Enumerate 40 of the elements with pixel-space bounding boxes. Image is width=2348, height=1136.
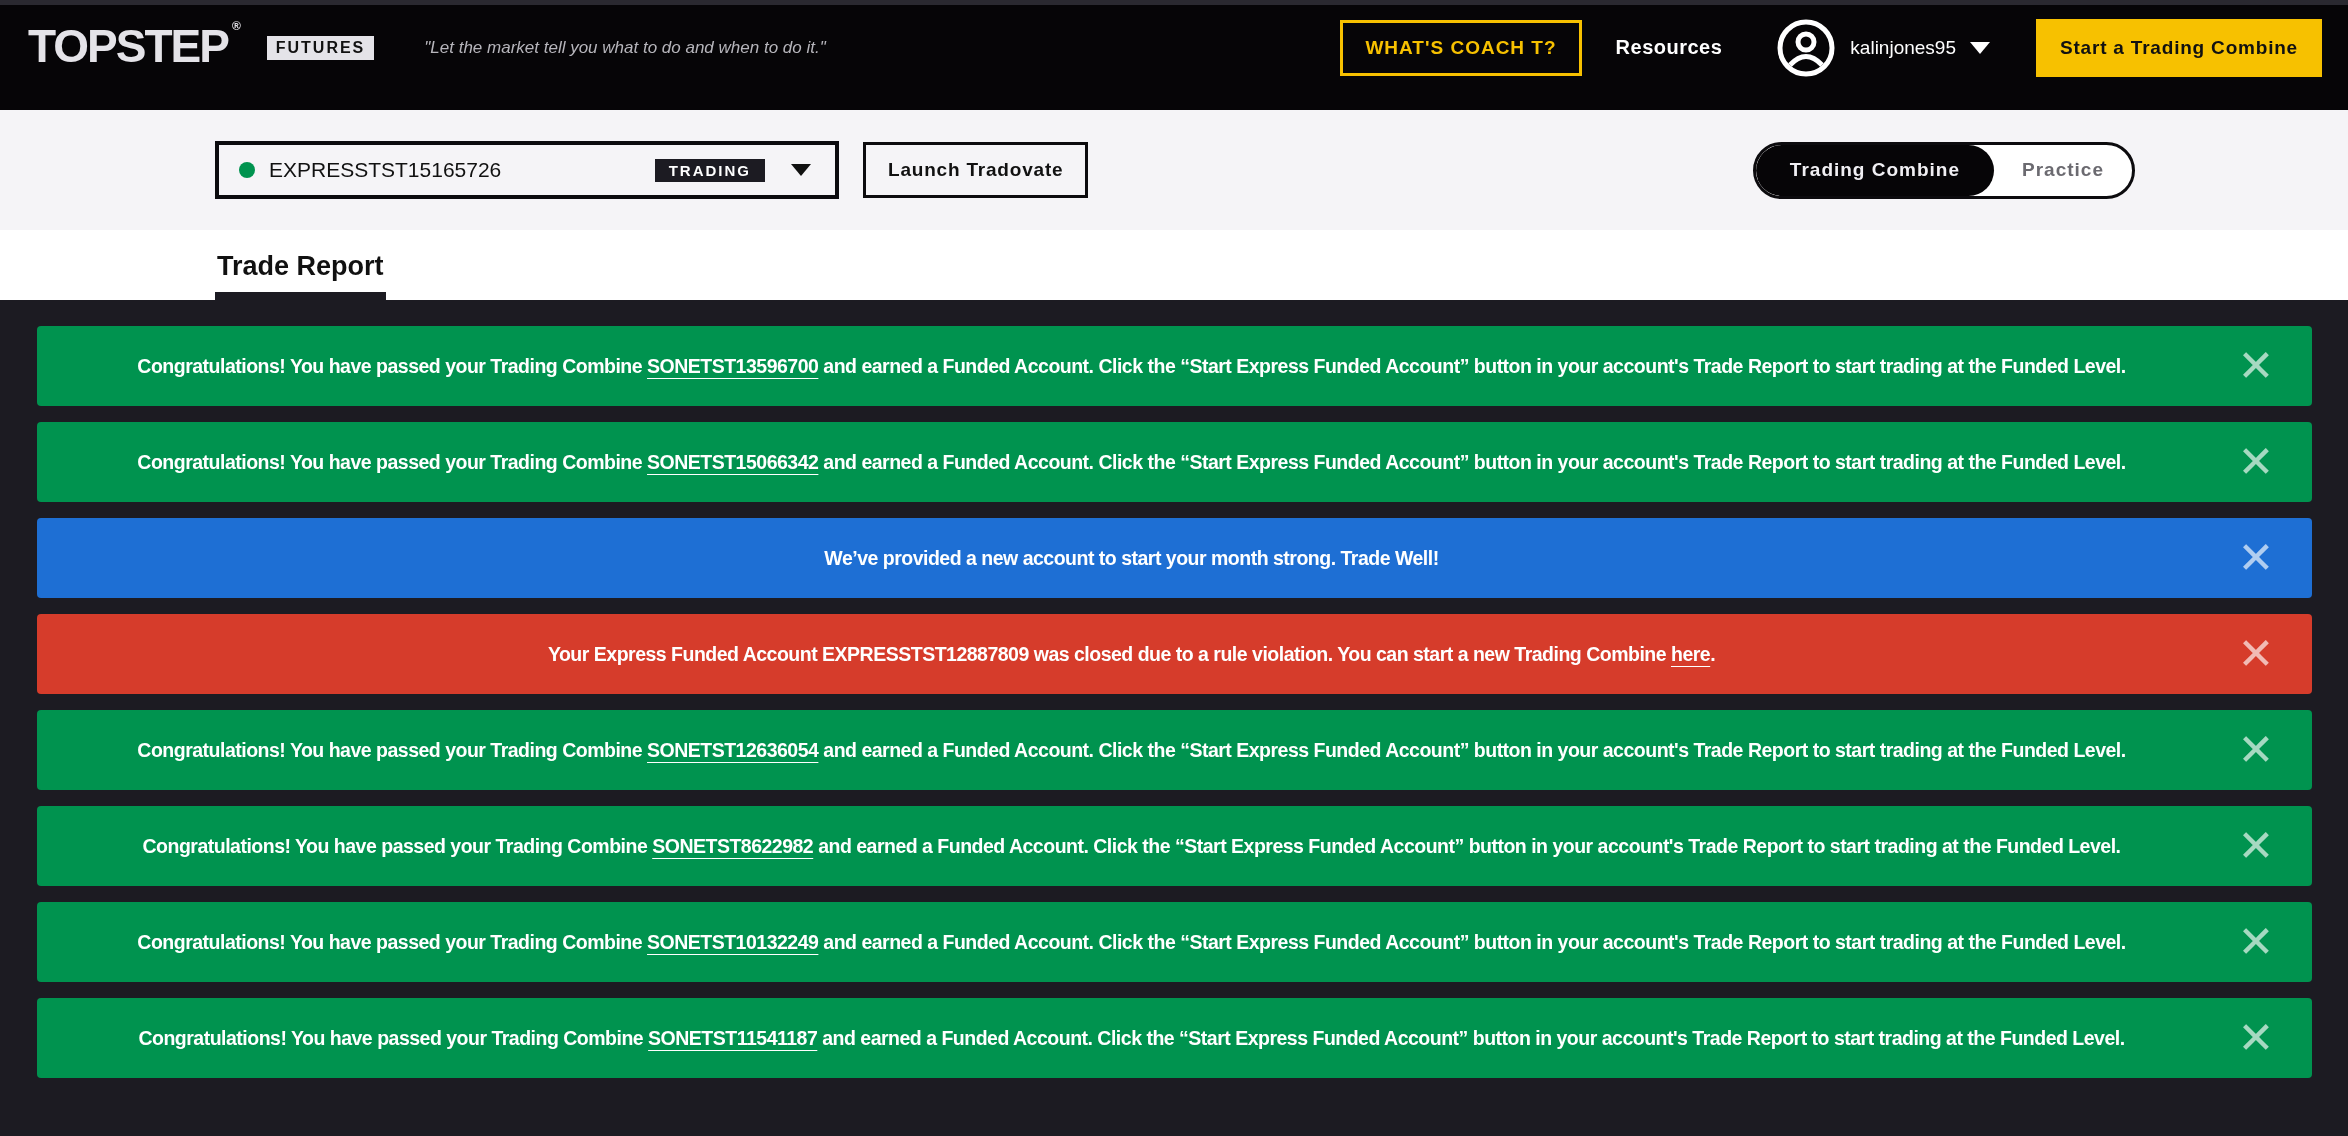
alert-message: Congratulations! You have passed your Trading Combine SONETST8622982 and earned a Funded Account. Click the “Start Express Funded Account” button in your account's Trade Report to start trading at the Funded Level. [141,834,2122,858]
alert-link[interactable]: SONETST13596700 [647,354,819,377]
alert-link[interactable]: SONETST15066342 [647,450,819,473]
resources-link[interactable]: Resources [1615,36,1723,59]
account-name: EXPRESSTST15165726 [269,158,503,182]
close-button[interactable]: ✕ [2226,440,2286,484]
alert-link[interactable]: SONETST10132249 [647,930,819,953]
close-button[interactable]: ✕ [2226,1016,2286,1060]
alert-message: Congratulations! You have passed your Trading Combine SONETST13596700 and earned a Funded Account. Click the “Start Express Funded Account” button in your account's Trade Report to start trading at the Funded Level. [136,354,2127,378]
close-button[interactable]: ✕ [2226,920,2286,964]
mode-option[interactable]: Practice [1994,144,2132,196]
close-button[interactable]: ✕ [2226,728,2286,772]
alert-message: Congratulations! You have passed your Trading Combine SONETST10132249 and earned a Funded Account. Click the “Start Express Funded Account” button in your account's Trade Report to start trading at the Funded Level. [136,930,2127,954]
tab[interactable]: Trade Report [215,251,386,300]
alert-message: Your Express Funded Account EXPRESSTST12887809 was closed due to a rule violation. You can start a new Trading Combine here. [546,642,1717,666]
alert-message: Congratulations! You have passed your Trading Combine SONETST12636054 and earned a Funded Account. Click the “Start Express Funded Account” button in your account's Trade Report to start trading at the Funded Level. [136,738,2127,762]
alert-link[interactable]: SONETST11541187 [648,1026,818,1049]
launch-tradovate-button[interactable]: Launch Tradovate [863,142,1089,198]
caret-icon [791,164,811,176]
alert-link[interactable]: SONETST8622982 [652,834,814,857]
alert-message: We’ve provided a new account to start your month strong. Trade Well! [823,546,1440,570]
status-badge: TRADING [654,158,765,182]
mode-option[interactable]: Trading Combine [1755,144,1995,196]
caret-icon[interactable] [1970,41,1990,54]
close-button[interactable]: ✕ [2226,344,2286,388]
alert-message: Congratulations! You have passed your Trading Combine SONETST11541187 and earned a Funded Account. Click the “Start Express Funded Account” button in your account's Trade Report to start trading at the Funded Level. [137,1026,2126,1050]
close-button[interactable]: ✕ [2226,536,2286,580]
user-avatar-icon[interactable] [1776,17,1837,78]
tagline: "Let the market tell you what to do and when to do it." [424,37,826,58]
alert-message: Congratulations! You have passed your Trading Combine SONETST15066342 and earned a Funded Account. Click the “Start Express Funded Account” button in your account's Trade Report to start trading at the Funded Level. [136,450,2127,474]
alert-link[interactable]: SONETST12636054 [647,738,819,761]
start-combine-button[interactable]: Start a Trading Combine [2036,18,2322,77]
topstep-logo[interactable]: TOPSTEP$^{®}$ [28,18,245,75]
close-button[interactable]: ✕ [2226,824,2286,868]
username[interactable]: kalinjones95 [1850,36,1956,59]
account-dropdown[interactable]: EXPRESSTST15165726 TRADING [215,141,839,199]
coach-button[interactable]: WHAT'S COACH T? [1340,19,1582,76]
close-button[interactable]: ✕ [2226,632,2286,676]
alert-link[interactable]: here [1671,642,1711,665]
futures-badge: FUTURES [266,35,375,60]
